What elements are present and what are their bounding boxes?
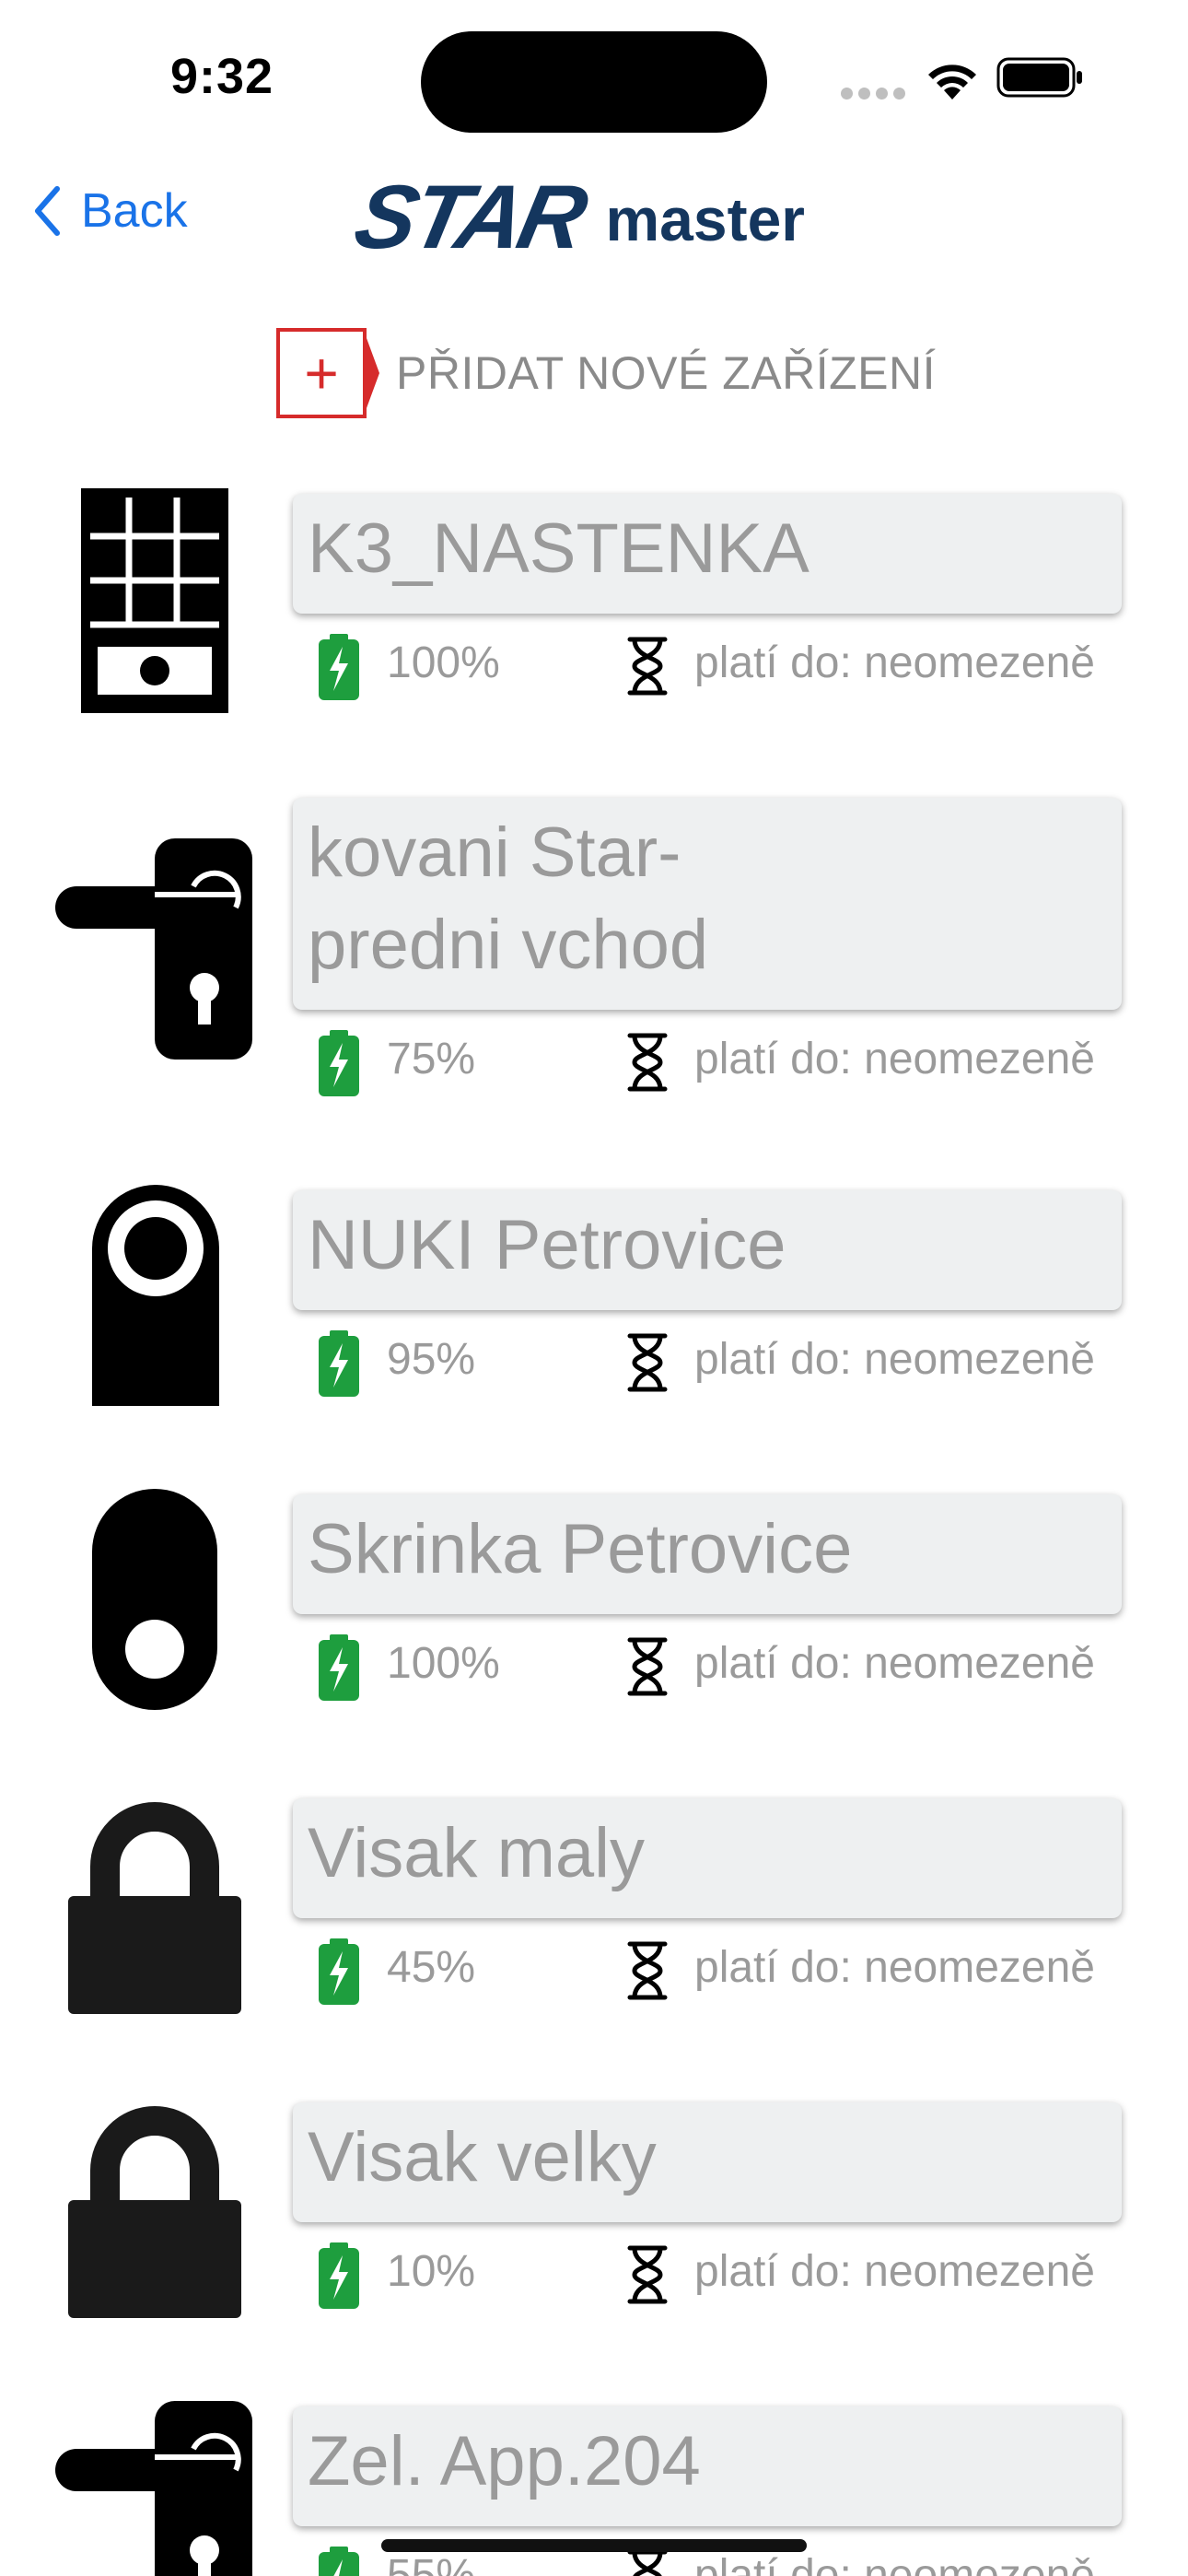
smart-lock-icon [92, 1185, 219, 1406]
add-device-button[interactable]: + PŘIDAT NOVÉ ZAŘÍZENÍ [276, 324, 936, 422]
validity-text: platí do: neomezeně [694, 2247, 1095, 2296]
device-status: 10% platí do: neomezeně [317, 2237, 1127, 2311]
validity-text: platí do: neomezeně [694, 1943, 1095, 1992]
starmaster-logo: STAR master [346, 166, 805, 267]
validity-text: platí do: neomezeně [694, 1639, 1095, 1688]
battery-percent: 75% [387, 1035, 476, 1083]
validity-text: platí do: neomezeně [694, 1035, 1095, 1083]
wifi-icon [928, 64, 976, 100]
hourglass-icon [627, 2245, 668, 2304]
door-handle-icon [55, 2401, 252, 2576]
cellular-signal-icon [841, 88, 911, 104]
logo-star-text: STAR [346, 165, 593, 267]
battery-charging-icon [319, 2242, 359, 2309]
battery-status-icon [996, 57, 1082, 98]
battery-charging-icon [319, 1634, 359, 1701]
device-name-field[interactable]: Zel. App.204 [293, 2406, 1122, 2526]
tab-arrow-icon [367, 338, 379, 408]
back-label: Back [81, 184, 188, 238]
device-status: 95% platí do: neomezeně [317, 1325, 1127, 1399]
navigation-bar: Back STAR master [0, 157, 1188, 267]
device-name-field[interactable]: kovani Star- predni vchod [293, 798, 1122, 1010]
validity-text: platí do: neomezeně [694, 2551, 1095, 2576]
door-handle-icon [55, 838, 252, 1060]
back-button[interactable]: Back [33, 179, 188, 243]
device-name-field[interactable]: K3_NASTENKA [293, 494, 1122, 614]
device-status: 100% platí do: neomezeně [317, 628, 1127, 702]
battery-charging-icon [319, 634, 359, 700]
battery-percent: 100% [387, 1639, 500, 1688]
padlock-icon [68, 2106, 241, 2318]
device-name-field[interactable]: Visak velky [293, 2102, 1122, 2222]
home-indicator[interactable] [381, 2539, 807, 2552]
battery-percent: 55% [387, 2551, 476, 2576]
status-bar: 9:32 [0, 0, 1188, 147]
battery-percent: 10% [387, 2247, 476, 2296]
device-status: 45% platí do: neomezeně [317, 1933, 1127, 2007]
hourglass-icon [627, 1941, 668, 2000]
add-device-label: PŘIDAT NOVÉ ZAŘÍZENÍ [396, 347, 937, 399]
cabinet-lock-icon [92, 1489, 217, 1710]
padlock-icon [68, 1802, 241, 2014]
device-name-field[interactable]: Visak maly [293, 1798, 1122, 1918]
device-name-field[interactable]: Skrinka Petrovice [293, 1494, 1122, 1614]
logo-master-text: master [605, 185, 805, 253]
keypad-icon [81, 488, 228, 713]
device-name-field[interactable]: NUKI Petrovice [293, 1190, 1122, 1310]
dynamic-island [421, 31, 767, 133]
plus-icon: + [276, 328, 367, 418]
chevron-left-icon [35, 186, 60, 236]
validity-text: platí do: neomezeně [694, 638, 1095, 687]
validity-text: platí do: neomezeně [694, 1335, 1095, 1384]
hourglass-icon [627, 1333, 668, 1392]
battery-percent: 45% [387, 1943, 476, 1992]
device-status: 75% platí do: neomezeně [317, 1025, 1127, 1098]
hourglass-icon [627, 2549, 668, 2576]
battery-charging-icon [319, 1330, 359, 1397]
hourglass-icon [627, 637, 668, 696]
battery-charging-icon [319, 2547, 359, 2576]
hourglass-icon [627, 1033, 668, 1092]
battery-percent: 95% [387, 1335, 476, 1384]
status-time: 9:32 [170, 49, 274, 104]
battery-percent: 100% [387, 638, 500, 687]
battery-charging-icon [319, 1030, 359, 1096]
hourglass-icon [627, 1637, 668, 1696]
device-status: 100% platí do: neomezeně [317, 1629, 1127, 1703]
battery-charging-icon [319, 1938, 359, 2005]
